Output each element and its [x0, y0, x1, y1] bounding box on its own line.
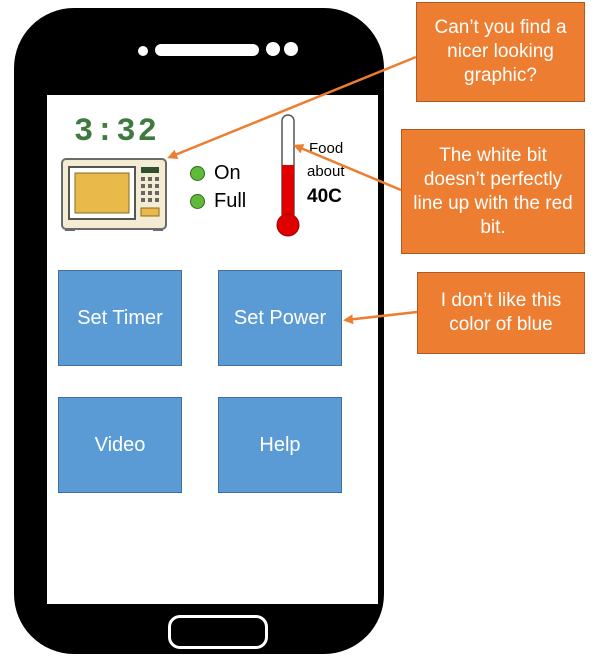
arrow-to-thermometer [293, 144, 402, 192]
arrow-to-set-power [343, 310, 418, 325]
arrow-to-microwave [167, 55, 417, 159]
annotation-arrows [167, 55, 418, 325]
